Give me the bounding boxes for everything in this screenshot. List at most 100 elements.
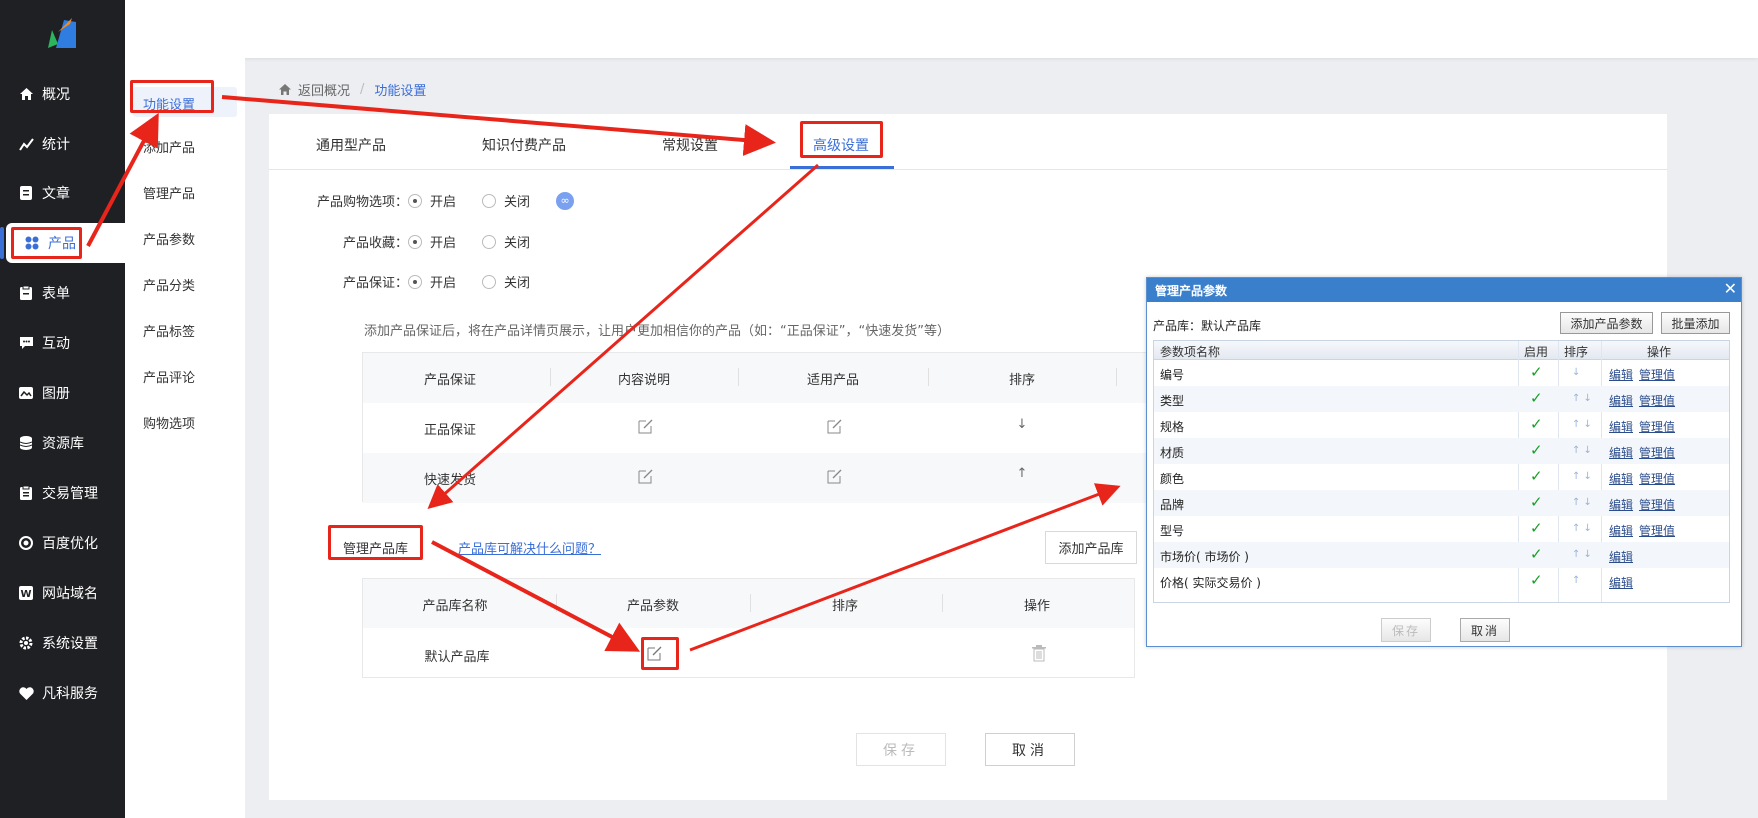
sort-arrows-icon[interactable]: ↑ ↓	[1572, 419, 1592, 430]
radio-button[interactable]	[482, 234, 497, 249]
nav-item-interaction[interactable]: 互动	[0, 323, 125, 363]
enabled-check-icon[interactable]: ✓	[1530, 363, 1543, 381]
add-library-button[interactable]: 添加产品库	[1045, 531, 1137, 564]
radio-off[interactable]: 关闭	[482, 272, 530, 291]
save-button[interactable]: 保存	[856, 733, 946, 766]
edit-link[interactable]: 编辑	[1609, 522, 1633, 539]
nav-item-overview[interactable]: 概况	[0, 74, 125, 114]
enabled-check-icon[interactable]: ✓	[1530, 493, 1543, 511]
submenu-product-reviews[interactable]: 产品评论	[143, 367, 195, 386]
tab-regular-settings[interactable]: 常规设置	[662, 135, 718, 155]
enabled-check-icon[interactable]: ✓	[1530, 415, 1543, 433]
radio-button[interactable]	[408, 274, 422, 289]
nav-item-transactions[interactable]: 交易管理	[0, 473, 125, 513]
submenu-shopping-options[interactable]: 购物选项	[143, 413, 195, 432]
sort-arrows-icon[interactable]: ↑ ↓	[1572, 549, 1592, 560]
close-icon[interactable]: ✕	[1724, 279, 1737, 298]
param-name: 颜色	[1160, 472, 1185, 486]
nav-label: 凡科服务	[42, 686, 98, 702]
tab-general-product[interactable]: 通用型产品	[316, 135, 386, 155]
manage-values-link[interactable]: 管理值	[1639, 444, 1675, 461]
edit-link[interactable]: 编辑	[1609, 496, 1633, 513]
radio-on[interactable]: 开启	[408, 272, 456, 291]
submenu-product-category[interactable]: 产品分类	[143, 275, 195, 294]
manage-values-link[interactable]: 管理值	[1639, 392, 1675, 409]
add-param-button[interactable]: 添加产品参数	[1560, 312, 1653, 334]
library-help-link[interactable]: 产品库可解决什么问题？	[458, 538, 601, 557]
nav-item-seo[interactable]: 百度优化	[0, 523, 125, 563]
edit-link[interactable]: 编辑	[1609, 418, 1633, 435]
radio-on[interactable]: 开启	[408, 191, 456, 210]
sort-up-icon[interactable]: ↑	[962, 466, 1082, 481]
manage-values-link[interactable]: 管理值	[1639, 496, 1675, 513]
edit-icon[interactable]	[638, 468, 654, 484]
radio-off[interactable]: 关闭	[482, 232, 530, 251]
edit-link[interactable]: 编辑	[1609, 548, 1633, 565]
enabled-check-icon[interactable]: ✓	[1530, 389, 1543, 407]
nav-item-service[interactable]: 凡科服务	[0, 673, 125, 713]
brand-logo-icon[interactable]	[42, 14, 82, 54]
link-icon[interactable]: ∞	[556, 191, 575, 210]
submenu-add-product[interactable]: 添加产品	[143, 137, 195, 156]
delete-icon[interactable]	[1031, 644, 1047, 662]
tab-knowledge-product[interactable]: 知识付费产品	[482, 135, 566, 155]
column-header: 产品库名称	[422, 599, 488, 614]
home-icon[interactable]	[278, 83, 292, 96]
enabled-check-icon[interactable]: ✓	[1530, 519, 1543, 537]
guarantee-hint: 添加产品保证后，将在产品详情页展示，让用户更加相信你的产品（如：“正品保证”，“…	[364, 324, 950, 339]
radio-label: 开启	[430, 195, 457, 210]
radio-button[interactable]	[482, 274, 497, 289]
enabled-check-icon[interactable]: ✓	[1530, 545, 1543, 563]
radio-button[interactable]	[408, 193, 422, 208]
radio-off[interactable]: 关闭	[482, 191, 530, 210]
nav-item-articles[interactable]: 文章	[0, 173, 125, 213]
radio-button[interactable]	[482, 193, 497, 208]
cancel-button[interactable]: 取消	[985, 733, 1075, 766]
edit-icon[interactable]	[827, 468, 843, 484]
nav-item-resources[interactable]: 资源库	[0, 423, 125, 463]
sort-arrows-icon[interactable]: ↑ ↓	[1572, 497, 1592, 508]
enabled-check-icon[interactable]: ✓	[1530, 441, 1543, 459]
edit-link[interactable]: 编辑	[1609, 470, 1633, 487]
manage-values-link[interactable]: 管理值	[1639, 366, 1675, 383]
nav-item-forms[interactable]: 表单	[0, 273, 125, 313]
dialog-save-button[interactable]: 保存	[1381, 618, 1431, 642]
radio-button[interactable]	[408, 234, 422, 249]
enabled-check-icon[interactable]: ✓	[1530, 571, 1543, 589]
param-row: 型号 ✓ ↑ ↓ 编辑 管理值	[1154, 516, 1729, 542]
edit-link[interactable]: 编辑	[1609, 574, 1633, 591]
column-header: 排序	[1564, 345, 1589, 359]
nav-label: 表单	[42, 286, 70, 302]
sort-arrows-icon[interactable]: ↑ ↓	[1572, 393, 1592, 404]
sort-down-icon[interactable]: ↓	[962, 417, 1082, 432]
edit-link[interactable]: 编辑	[1609, 444, 1633, 461]
dialog-cancel-button[interactable]: 取消	[1460, 618, 1510, 642]
nav-item-stats[interactable]: 统计	[0, 124, 125, 164]
sort-arrows-icon[interactable]: ↓	[1572, 367, 1580, 378]
nav-label: 百度优化	[42, 536, 98, 552]
nav-label: 概况	[42, 87, 70, 103]
submenu-product-tags[interactable]: 产品标签	[143, 321, 195, 340]
edit-icon[interactable]	[827, 418, 843, 434]
batch-add-button[interactable]: 批量添加	[1661, 312, 1730, 334]
radio-on[interactable]: 开启	[408, 232, 456, 251]
nav-label: 统计	[42, 137, 70, 153]
enabled-check-icon[interactable]: ✓	[1530, 467, 1543, 485]
sort-arrows-icon[interactable]: ↑	[1572, 575, 1580, 586]
manage-values-link[interactable]: 管理值	[1639, 522, 1675, 539]
edit-link[interactable]: 编辑	[1609, 366, 1633, 383]
nav-item-gallery[interactable]: 图册	[0, 373, 125, 413]
manage-values-link[interactable]: 管理值	[1639, 470, 1675, 487]
submenu-product-params[interactable]: 产品参数	[143, 229, 195, 248]
nav-item-settings[interactable]: 系统设置	[0, 623, 125, 663]
edit-link[interactable]: 编辑	[1609, 392, 1633, 409]
sort-arrows-icon[interactable]: ↑ ↓	[1572, 471, 1592, 482]
edit-icon[interactable]	[638, 418, 654, 434]
sort-arrows-icon[interactable]: ↑ ↓	[1572, 523, 1592, 534]
breadcrumb-back[interactable]: 返回概况	[298, 80, 350, 99]
nav-item-domain[interactable]: W 网站域名	[0, 573, 125, 613]
submenu-manage-product[interactable]: 管理产品	[143, 183, 195, 202]
sort-arrows-icon[interactable]: ↑ ↓	[1572, 445, 1592, 456]
target-icon	[18, 535, 34, 551]
manage-values-link[interactable]: 管理值	[1639, 418, 1675, 435]
